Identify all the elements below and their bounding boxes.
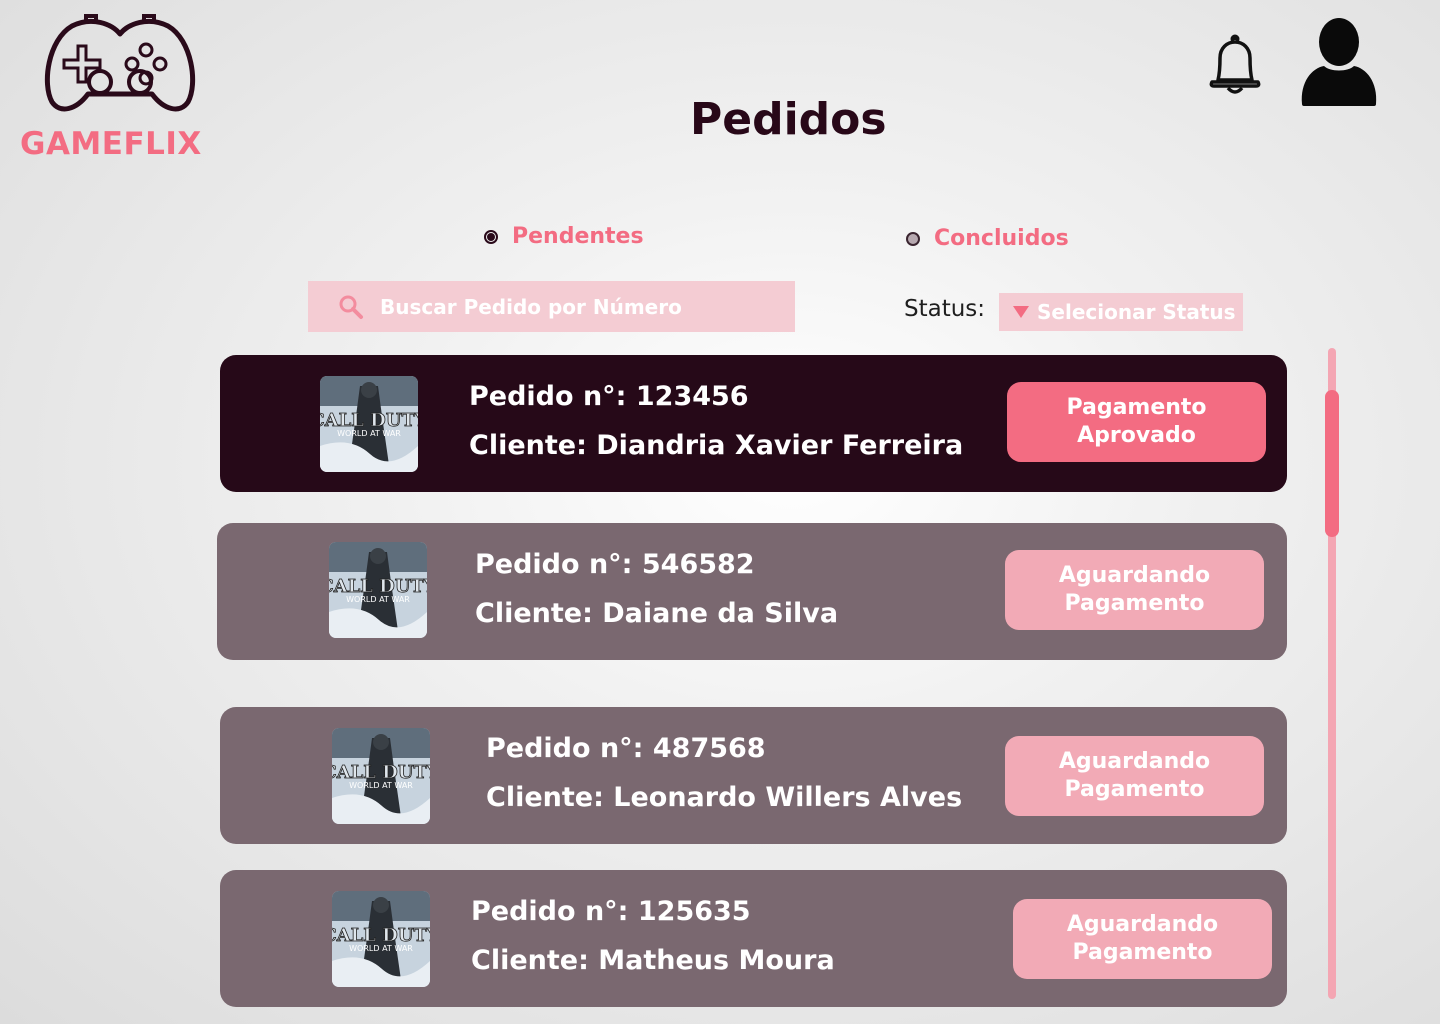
order-status-line2: Pagamento xyxy=(1064,591,1205,616)
svg-text:CALL DUTY: CALL DUTY xyxy=(332,925,430,946)
user-icon[interactable] xyxy=(1298,16,1380,108)
order-client: Cliente: Matheus Moura xyxy=(471,945,835,976)
order-card[interactable]: CALL DUTY WORLD AT WAR Pedido n°: 123456… xyxy=(220,355,1287,492)
status-dropdown-value: Selecionar Status xyxy=(1037,300,1236,324)
order-status-line1: Aguardando xyxy=(1058,563,1211,588)
order-card[interactable]: CALL DUTY WORLD AT WAR Pedido n°: 487568… xyxy=(220,707,1287,844)
radio-selected[interactable] xyxy=(484,229,498,244)
filter-pendentes-label: Pendentes xyxy=(512,224,644,249)
svg-text:CALL DUTY: CALL DUTY xyxy=(320,410,418,431)
order-status-button[interactable]: Aguardando Pagamento xyxy=(1013,899,1272,979)
search-input[interactable] xyxy=(378,293,782,320)
svg-text:WORLD AT WAR: WORLD AT WAR xyxy=(346,595,410,604)
order-status-line2: Pagamento xyxy=(1072,940,1213,965)
order-status-button[interactable]: Pagamento Aprovado xyxy=(1007,382,1266,462)
status-dropdown[interactable]: Selecionar Status xyxy=(999,293,1243,331)
order-number: Pedido n°: 123456 xyxy=(469,381,749,412)
order-number: Pedido n°: 125635 xyxy=(471,896,751,927)
page-title: Pedidos xyxy=(690,94,887,145)
svg-text:CALL DUTY: CALL DUTY xyxy=(329,576,427,597)
svg-text:WORLD AT WAR: WORLD AT WAR xyxy=(337,429,401,438)
order-client: Cliente: Daiane da Silva xyxy=(475,598,839,629)
search-icon xyxy=(338,294,364,320)
caret-down-icon xyxy=(1013,306,1029,318)
order-client: Cliente: Diandria Xavier Ferreira xyxy=(469,430,964,461)
order-status-line1: Aguardando xyxy=(1066,912,1219,937)
order-status-line1: Pagamento xyxy=(1066,395,1207,420)
status-label: Status: xyxy=(904,296,986,322)
radio-unselected[interactable] xyxy=(906,231,920,246)
order-number: Pedido n°: 546582 xyxy=(475,549,755,580)
gamepad-icon xyxy=(44,14,196,112)
game-cover-image: CALL DUTY WORLD AT WAR xyxy=(332,728,430,824)
order-number: Pedido n°: 487568 xyxy=(486,733,766,764)
search-bar[interactable] xyxy=(308,281,795,332)
game-cover-image: CALL DUTY WORLD AT WAR xyxy=(320,376,418,472)
scrollbar-thumb[interactable] xyxy=(1325,390,1339,537)
filter-concluidos[interactable]: Concluidos xyxy=(906,226,1069,251)
svg-text:WORLD AT WAR: WORLD AT WAR xyxy=(349,944,413,953)
order-card[interactable]: CALL DUTY WORLD AT WAR Pedido n°: 125635… xyxy=(220,870,1287,1007)
order-status-line1: Aguardando xyxy=(1058,749,1211,774)
order-status-line2: Pagamento xyxy=(1064,777,1205,802)
order-status-button[interactable]: Aguardando Pagamento xyxy=(1005,736,1264,816)
order-status-line2: Aprovado xyxy=(1077,423,1196,448)
brand-name: GAMEFLIX xyxy=(20,126,202,162)
filter-concluidos-label: Concluidos xyxy=(934,226,1069,251)
game-cover-image: CALL DUTY WORLD AT WAR xyxy=(329,542,427,638)
bell-icon[interactable] xyxy=(1208,34,1262,96)
game-cover-image: CALL DUTY WORLD AT WAR xyxy=(332,891,430,987)
svg-text:CALL DUTY: CALL DUTY xyxy=(332,762,430,783)
order-card[interactable]: CALL DUTY WORLD AT WAR Pedido n°: 546582… xyxy=(217,523,1287,660)
order-client: Cliente: Leonardo Willers Alves xyxy=(486,782,963,813)
filter-pendentes[interactable]: Pendentes xyxy=(484,224,644,249)
svg-text:WORLD AT WAR: WORLD AT WAR xyxy=(349,781,413,790)
order-status-button[interactable]: Aguardando Pagamento xyxy=(1005,550,1264,630)
